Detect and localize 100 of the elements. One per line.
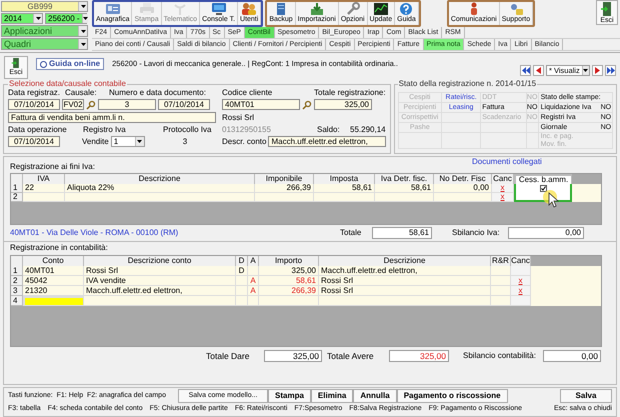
exit-icon [600, 1, 614, 17]
wrench-icon [344, 2, 361, 16]
action-button[interactable]: Elimina [310, 388, 354, 402]
table-cell [23, 192, 65, 202]
field-label: Data registraz. [8, 89, 62, 97]
row-number: 2 [11, 276, 23, 286]
selected-cell[interactable] [23, 296, 84, 306]
imbalance-field: 0,00 [508, 227, 584, 240]
year-dropdown[interactable]: 2014 [1, 13, 43, 24]
imbalance-label: Sbilancio contabilità: [463, 352, 537, 360]
caret-icon [80, 30, 86, 32]
operation-date-field[interactable]: 07/10/2014 [8, 136, 60, 147]
column-header: A [248, 256, 259, 266]
total-field[interactable]: 325,00 [314, 99, 372, 110]
register-dropdown[interactable]: 1 [110, 136, 145, 147]
column-header: Importo [259, 256, 319, 266]
field-label: Protocollo Iva [163, 126, 212, 134]
next-icon [595, 67, 600, 74]
import-icon [308, 2, 325, 16]
column-header: Imponibile [255, 174, 314, 184]
client-name: Rossi Srl [222, 112, 256, 123]
panel-title: Selezione data/causale contabile [8, 80, 127, 88]
antenna-icon [172, 2, 188, 16]
caret-icon [36, 17, 40, 20]
action-button[interactable]: Annulla [353, 388, 397, 402]
total-credit-field: 325,00 [389, 350, 449, 362]
applications-dropdown[interactable]: Applicazioni [1, 25, 88, 37]
monitor-icon [210, 2, 227, 16]
column-header: Descrizione conto [84, 256, 236, 266]
search-icon[interactable] [86, 100, 96, 110]
column-header: D [236, 256, 248, 266]
previous-button[interactable] [533, 65, 544, 76]
next-button[interactable] [592, 65, 603, 76]
total-debit-label: Totale Dare [206, 352, 250, 360]
action-button[interactable]: Stampa [268, 388, 311, 402]
column-header: Cess. b.amm. [514, 174, 572, 184]
total-credit-label: Totale Avere [327, 352, 375, 360]
delete-button[interactable]: x [518, 286, 522, 294]
last-button[interactable] [605, 65, 616, 76]
field-label: Data operazione [8, 126, 68, 134]
field-label: Registro Iva [83, 126, 127, 134]
printer-icon [138, 2, 155, 16]
first-icon [522, 67, 530, 74]
total-debit-field: 325,00 [264, 350, 322, 362]
row-number: 3 [11, 286, 23, 296]
reason-field[interactable]: FV02 [62, 99, 84, 110]
check-icon [540, 186, 546, 191]
checkbox[interactable] [540, 184, 546, 192]
delete-button[interactable]: x [500, 184, 504, 192]
globe-icon [40, 60, 47, 68]
protocol-number: 3 [182, 138, 188, 146]
date-field[interactable]: 07/10/2014 [8, 99, 60, 110]
delete-button[interactable]: x [500, 192, 504, 201]
field-label: Totale registrazione: [314, 89, 386, 97]
table-cell [314, 192, 375, 202]
imbalance-label: Sbilancio Iva: [452, 229, 501, 238]
panel-title: Stato della registrazione n. 2014-01/15 [398, 80, 538, 88]
document-number-field[interactable]: 3 [98, 99, 156, 110]
document-date-field[interactable]: 07/10/2014 [158, 99, 210, 110]
row-number: 4 [11, 296, 23, 306]
sections-dropdown[interactable]: Quadri [1, 38, 88, 50]
address-link[interactable]: 40MT01 - Via Delle Viole - ROMA - 00100 (RM) [10, 229, 340, 238]
action-button[interactable]: Pagamento o riscossione [396, 388, 508, 402]
table-cell [236, 296, 248, 306]
description-field[interactable]: Fattura di vendita beni amm.li n. [8, 112, 216, 123]
exit-icon [11, 57, 21, 69]
search-icon[interactable] [302, 100, 312, 110]
column-header: Imposta [314, 174, 375, 184]
section-title: Registrazione in contabilità: [10, 244, 109, 252]
vat-number: 01312950155 [222, 126, 272, 134]
field-label: Codice cliente [222, 89, 274, 97]
caret-icon [80, 5, 86, 8]
caret-icon [137, 140, 142, 143]
first-button[interactable] [520, 65, 531, 76]
table-cell [11, 174, 23, 184]
table-cell [11, 256, 23, 266]
last-icon [606, 67, 614, 74]
caret-icon [583, 69, 588, 72]
field-label: Saldo: [317, 126, 340, 134]
client-code-field[interactable]: 40MT01 [222, 99, 300, 110]
people-icon [241, 2, 258, 16]
caret-icon [82, 17, 88, 20]
account-description-field[interactable]: Macch.uff.elettr.ed elettron, [268, 136, 386, 147]
table-cell [375, 192, 434, 202]
column-header: Conto [23, 256, 84, 266]
column-header: Descrizione [65, 174, 255, 184]
help-link-button[interactable]: Guida on-line [36, 58, 104, 70]
previous-icon [536, 67, 541, 74]
column-header: Descrizione [319, 256, 491, 266]
action-button[interactable]: Salva [560, 388, 612, 402]
linked-documents-link[interactable]: Documenti collegati [472, 158, 542, 166]
column-header: Iva Detr. fisc. [375, 174, 434, 184]
table-cell [259, 296, 319, 306]
imbalance-field: 0,00 [543, 350, 601, 362]
activity-dropdown[interactable]: 256200 - [45, 13, 87, 24]
delete-button[interactable]: x [518, 276, 522, 284]
field-label: Descr. conto [222, 138, 266, 146]
table-cell [248, 296, 259, 306]
total-label: Totale [340, 229, 362, 238]
company-dropdown[interactable]: GB999 [1, 1, 88, 12]
